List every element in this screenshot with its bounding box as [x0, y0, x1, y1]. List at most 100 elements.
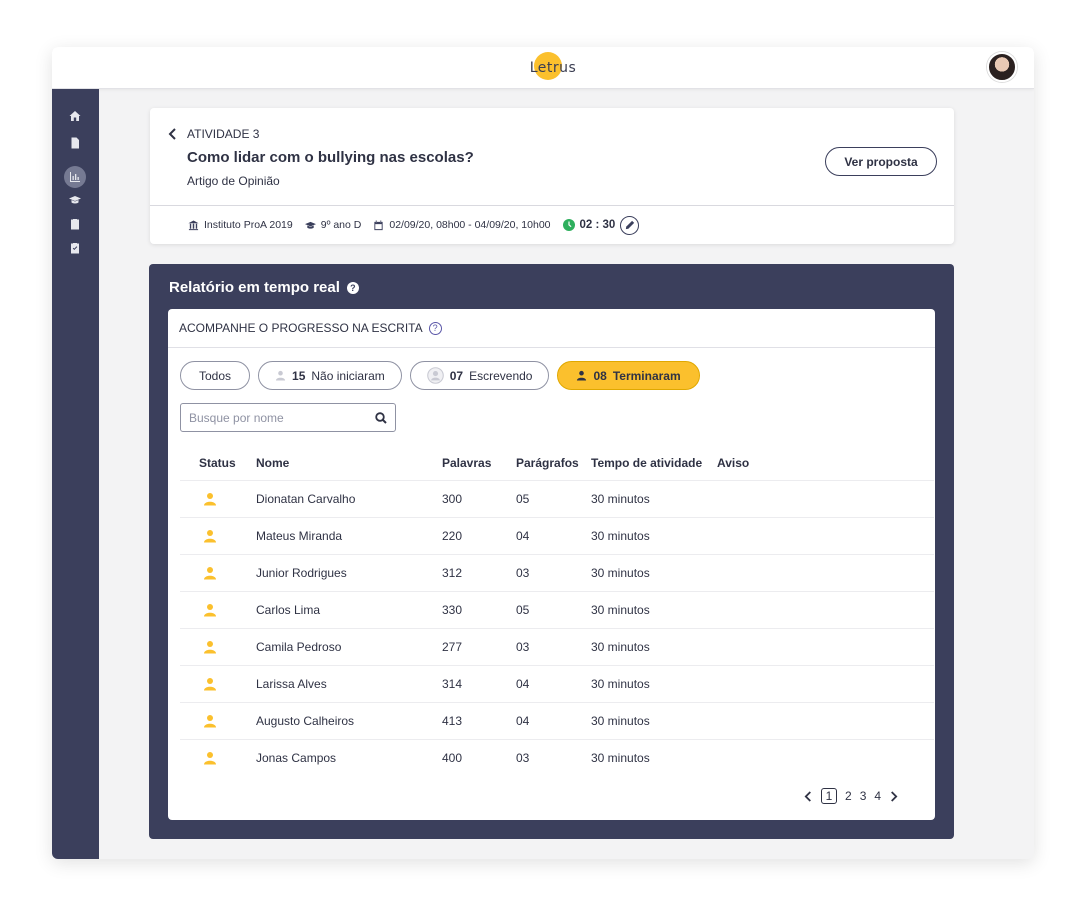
- notice-cell: [717, 738, 934, 776]
- not-started-count: 15: [292, 368, 306, 383]
- table-header-row: Status Nome Palavras Parágrafos Tempo de…: [180, 446, 934, 480]
- word-count: 314: [442, 664, 516, 702]
- user-finished-icon: [199, 640, 256, 654]
- chart-icon: [70, 172, 80, 182]
- column-status[interactable]: Status: [180, 446, 256, 480]
- finished-label: Terminaram: [612, 368, 681, 383]
- sidebar-item-classes[interactable]: [64, 189, 86, 211]
- pagination: 1 2 3 4: [804, 788, 898, 804]
- page-link[interactable]: 4: [874, 789, 881, 803]
- document-icon: [71, 137, 79, 149]
- table-row[interactable]: Dionatan Carvalho 300 05 30 minutos: [180, 479, 934, 517]
- table-row[interactable]: Augusto Calheiros 413 04 30 minutos: [180, 701, 934, 739]
- table-row[interactable]: Jonas Campos 400 03 30 minutos: [180, 738, 934, 776]
- writing-label: Escrevendo: [469, 368, 533, 383]
- student-name[interactable]: Jonas Campos: [256, 738, 442, 776]
- institution-info: Instituto ProA 2019: [188, 219, 293, 231]
- column-notice[interactable]: Aviso: [717, 446, 934, 480]
- user-finished-icon: [199, 529, 256, 543]
- column-words[interactable]: Palavras: [442, 446, 516, 480]
- page-link[interactable]: 3: [860, 789, 867, 803]
- user-finished-icon: [199, 751, 256, 765]
- activity-time: 30 minutos: [591, 553, 717, 591]
- report-title-text: Relatório em tempo real: [169, 279, 340, 296]
- table-row[interactable]: Junior Rodrigues 312 03 30 minutos: [180, 553, 934, 591]
- column-time[interactable]: Tempo de atividade: [591, 446, 717, 480]
- graduation-cap-icon: [69, 196, 81, 204]
- graduation-cap-icon: [304, 221, 316, 229]
- calendar-icon: [374, 219, 383, 230]
- realtime-report-panel: Relatório em tempo real ? ACOMPANHE O PR…: [149, 264, 954, 839]
- activity-meta: Instituto ProA 2019 9º ano D 02/09/20, 0…: [150, 205, 954, 244]
- chevron-left-icon[interactable]: [804, 790, 813, 802]
- question-circle-icon[interactable]: ?: [428, 321, 442, 335]
- table-row[interactable]: Mateus Miranda 220 04 30 minutos: [180, 516, 934, 554]
- chevron-right-icon[interactable]: [889, 790, 898, 802]
- chevron-left-icon: [168, 128, 176, 140]
- word-count: 413: [442, 701, 516, 739]
- timer-info: 02 : 30: [562, 215, 640, 235]
- edit-timer-button[interactable]: [620, 215, 640, 235]
- home-icon: [69, 111, 81, 121]
- student-name[interactable]: Junior Rodrigues: [256, 553, 442, 591]
- activity-title: Como lidar com o bullying nas escolas?: [187, 149, 474, 166]
- student-name[interactable]: Augusto Calheiros: [256, 701, 442, 739]
- progress-title: ACOMPANHE O PROGRESSO NA ESCRITA: [179, 321, 423, 335]
- search-icon[interactable]: [375, 411, 387, 424]
- status-cell: [180, 516, 256, 554]
- paragraph-count: 05: [516, 590, 591, 628]
- status-filters: Todos 15 Não iniciaram 07 Escrevendo 08 …: [180, 361, 700, 390]
- clock-icon: [562, 219, 575, 231]
- class-name: 9º ano D: [320, 219, 362, 231]
- timer-value: 02 : 30: [579, 219, 616, 231]
- student-name[interactable]: Dionatan Carvalho: [256, 479, 442, 517]
- filter-not-started-button[interactable]: 15 Não iniciaram: [258, 361, 402, 390]
- back-link[interactable]: ATIVIDADE 3: [168, 127, 259, 141]
- sidebar-item-home[interactable]: [64, 105, 86, 127]
- student-name[interactable]: Camila Pedroso: [256, 627, 442, 665]
- column-name[interactable]: Nome: [256, 446, 442, 480]
- notice-cell: [717, 664, 934, 702]
- user-circle-icon: [426, 367, 444, 384]
- user-icon: [577, 370, 587, 381]
- filter-finished-button[interactable]: 08 Terminaram: [557, 361, 700, 390]
- paragraph-count: 05: [516, 479, 591, 517]
- filter-writing-button[interactable]: 07 Escrevendo: [409, 361, 550, 390]
- user-avatar[interactable]: [987, 52, 1017, 82]
- page-link[interactable]: 2: [845, 789, 852, 803]
- progress-card: ACOMPANHE O PROGRESSO NA ESCRITA ? Todos…: [168, 309, 935, 820]
- filter-all-button[interactable]: Todos: [180, 361, 251, 390]
- status-cell: [180, 664, 256, 702]
- status-cell: [180, 627, 256, 665]
- students-table: Status Nome Palavras Parágrafos Tempo de…: [180, 446, 934, 776]
- student-name[interactable]: Mateus Miranda: [256, 516, 442, 554]
- filter-all-label: Todos: [199, 368, 232, 383]
- help-icon[interactable]: ?: [346, 281, 359, 294]
- view-proposal-button[interactable]: Ver proposta: [825, 147, 937, 176]
- sidebar: [52, 89, 99, 859]
- search-input[interactable]: [189, 410, 375, 425]
- progress-header: ACOMPANHE O PROGRESSO NA ESCRITA ?: [168, 309, 935, 348]
- student-name[interactable]: Larissa Alves: [256, 664, 442, 702]
- letrus-logo[interactable]: Letrus: [518, 52, 588, 84]
- status-cell: [180, 479, 256, 517]
- sidebar-item-reports[interactable]: [64, 166, 86, 188]
- status-cell: [180, 590, 256, 628]
- table-row[interactable]: Carlos Lima 330 05 30 minutos: [180, 590, 934, 628]
- paragraph-count: 03: [516, 627, 591, 665]
- activity-dates: 02/09/20, 08h00 - 04/09/20, 10h00: [389, 219, 551, 231]
- activity-number: ATIVIDADE 3: [187, 127, 260, 141]
- status-cell: [180, 701, 256, 739]
- table-row[interactable]: Larissa Alves 314 04 30 minutos: [180, 664, 934, 702]
- table-row[interactable]: Camila Pedroso 277 03 30 minutos: [180, 627, 934, 665]
- activity-time: 30 minutos: [591, 627, 717, 665]
- student-name[interactable]: Carlos Lima: [256, 590, 442, 628]
- sidebar-item-documents[interactable]: [64, 132, 86, 154]
- sidebar-item-reviews[interactable]: [64, 237, 86, 259]
- app-window: Letrus ATIVIDADE 3 Como lidar com o bull…: [52, 47, 1034, 859]
- word-count: 220: [442, 516, 516, 554]
- page-current[interactable]: 1: [821, 788, 837, 804]
- column-paragraphs[interactable]: Parágrafos: [516, 446, 591, 480]
- user-finished-icon: [199, 677, 256, 691]
- sidebar-item-tasks[interactable]: [64, 213, 86, 235]
